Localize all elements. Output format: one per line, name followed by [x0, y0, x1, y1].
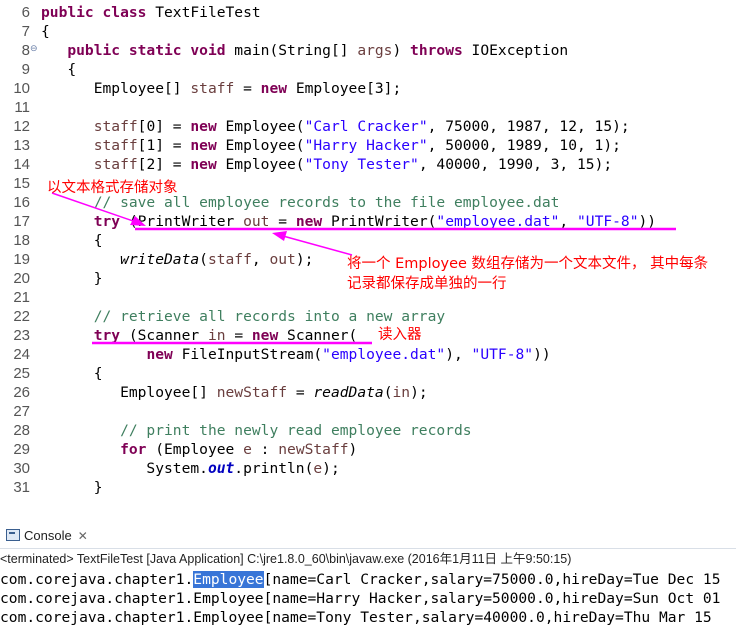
console-output-line: com.corejava.chapter1.Employee[name=Harr… — [0, 589, 720, 608]
output-text: com.corejava.chapter1.Employee[name=Harr… — [0, 590, 721, 607]
console-panel: Console ✕ <terminated> TextFileTest [Java… — [0, 520, 736, 635]
console-tab-bar: Console ✕ — [0, 520, 736, 549]
output-text: [name=Carl Cracker,salary=75000.0,hireDa… — [263, 571, 721, 588]
console-output-line: com.corejava.chapter1.Employee[name=Tony… — [0, 608, 712, 627]
console-tab-label: Console — [24, 528, 72, 543]
console-icon — [6, 529, 20, 541]
annotation-strokes — [51, 192, 676, 345]
note-store-objects: 以文本格式存储对象 — [47, 180, 178, 196]
note-array-line1: 将一个 Employee 数组存储为一个文本文件， 其中每条 — [347, 256, 709, 272]
arrow-array-head — [272, 231, 287, 241]
note-reader: 读入器 — [378, 327, 422, 343]
note-array-line2: 记录都保存成单独的一行 — [347, 276, 507, 292]
output-text: com.corejava.chapter1. — [0, 571, 194, 588]
console-status: <terminated> TextFileTest [Java Applicat… — [0, 552, 572, 566]
console-output-line: com.corejava.chapter1.Employee[name=Carl… — [0, 570, 720, 589]
selected-text: Employee — [193, 571, 264, 588]
output-text: com.corejava.chapter1.Employee[name=Tony… — [0, 609, 712, 626]
close-icon[interactable]: ✕ — [78, 529, 88, 543]
console-tab[interactable]: Console ✕ — [2, 524, 92, 548]
arrow-store-head — [130, 216, 146, 226]
arrow-array-line — [282, 235, 353, 256]
